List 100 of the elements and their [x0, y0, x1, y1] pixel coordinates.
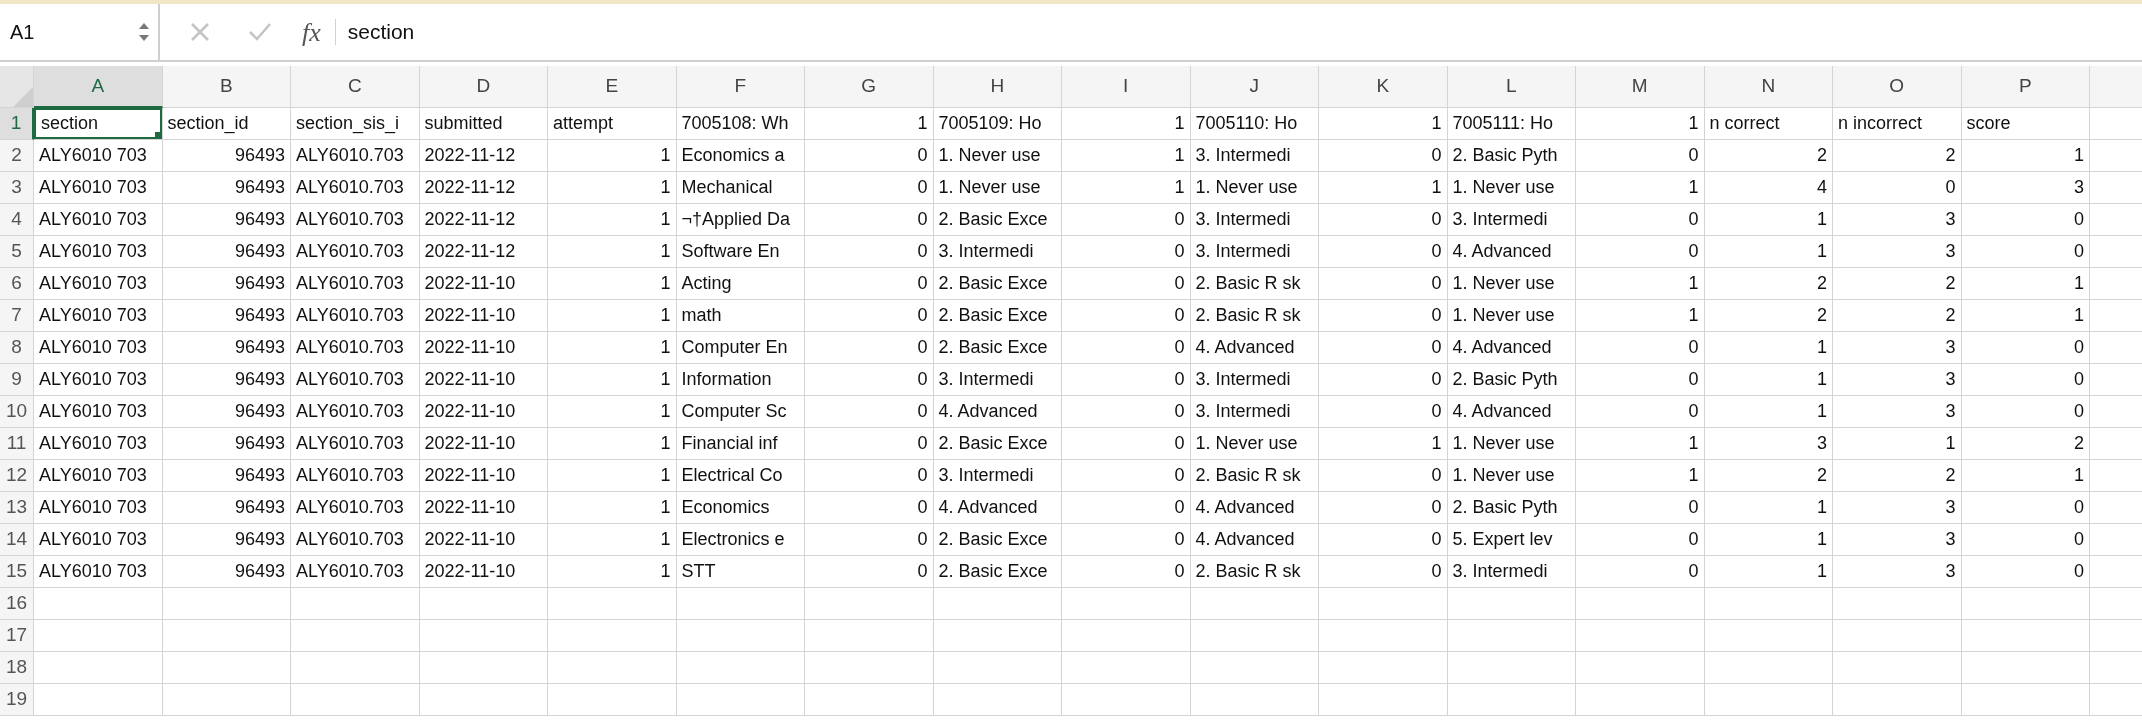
table-cell-text: 2022-11-12	[423, 240, 517, 263]
table-cell-text: 1	[659, 528, 672, 551]
table-cell-text: ALY6010 703	[38, 368, 148, 391]
table-cell-text: ALY6010 703	[38, 336, 148, 359]
row-header[interactable]: 19	[0, 684, 34, 716]
table-cell-text: 96493	[233, 240, 286, 263]
column-header[interactable]: A	[34, 66, 163, 108]
table-cell-text: 1	[1173, 176, 1186, 199]
table-cell: section	[34, 108, 162, 139]
row-header[interactable]: 11	[0, 428, 34, 460]
column-header[interactable]: O	[1833, 66, 1962, 108]
table-cell-text: 1. Never use	[1451, 176, 1556, 199]
table-cell-text: ALY6010 703	[38, 560, 148, 583]
table-cell-text: 1	[659, 240, 672, 263]
column-header[interactable]: M	[1576, 66, 1705, 108]
table-cell-text: 2022-11-10	[423, 368, 517, 391]
table-cell-text: submitted	[423, 112, 504, 135]
column-header[interactable]: I	[1062, 66, 1191, 108]
column-header[interactable]: B	[162, 66, 291, 108]
table-cell-text: 0	[1173, 336, 1186, 359]
table-cell-text: 5. Expert lev	[1451, 528, 1554, 551]
table-cell-text: 1	[1687, 272, 1700, 295]
table-cell-text: ALY6010.703	[295, 464, 405, 487]
column-header[interactable]: P	[1961, 66, 2090, 108]
row-header[interactable]: 17	[0, 620, 34, 652]
row-header[interactable]: 15	[0, 556, 34, 588]
table-cell-text: 2. Basic R sk	[1194, 272, 1302, 295]
table-cell-text: 0	[916, 176, 929, 199]
column-header[interactable]: C	[291, 66, 420, 108]
column-header[interactable]: N	[1704, 66, 1833, 108]
table-cell-text: 0	[2073, 560, 2085, 583]
table-cell-text: 2	[1816, 144, 1828, 167]
table-cell-text: 0	[916, 144, 929, 167]
row-header[interactable]: 4	[0, 204, 34, 236]
row-header[interactable]: 14	[0, 524, 34, 556]
table-cell-text: 2022-11-12	[423, 176, 517, 199]
column-header[interactable]: G	[805, 66, 934, 108]
table-cell-text: 3	[1944, 400, 1957, 423]
column-header[interactable]: F	[676, 66, 805, 108]
table-cell-text: 2	[1944, 464, 1957, 487]
row-header[interactable]: 16	[0, 588, 34, 620]
table-cell-text: 3	[2073, 176, 2085, 199]
fill-handle[interactable]	[154, 132, 162, 139]
table-cell-text: 0	[1173, 368, 1186, 391]
table-cell-text: 1. Never use	[1451, 272, 1556, 295]
table-cell-text: 1	[659, 464, 672, 487]
table-cell-text: 2. Basic Exce	[937, 208, 1049, 231]
select-all-corner[interactable]	[0, 66, 34, 108]
row-header[interactable]: 3	[0, 172, 34, 204]
name-box[interactable]: A1	[0, 4, 160, 60]
row-header[interactable]: 8	[0, 332, 34, 364]
table-cell-text: 96493	[233, 432, 286, 455]
column-header[interactable]: L	[1447, 66, 1576, 108]
row-header[interactable]: 2	[0, 140, 34, 172]
row-header[interactable]: 12	[0, 460, 34, 492]
table-cell-text: 2022-11-10	[423, 464, 517, 487]
table-cell-text: 1	[1816, 400, 1828, 423]
table-cell-text: 2022-11-10	[423, 272, 517, 295]
table-cell-text: 1. Never use	[1451, 432, 1556, 455]
function-button[interactable]: fx	[302, 12, 321, 52]
row-header[interactable]: 18	[0, 652, 34, 684]
table-cell-text: 0	[916, 240, 929, 263]
table-cell-text: Acting	[680, 272, 733, 295]
table-cell-text: 1	[1173, 144, 1186, 167]
column-header[interactable]: D	[419, 66, 548, 108]
table-cell-text: 1	[916, 112, 929, 135]
table-cell-text: 1	[1687, 112, 1700, 135]
table-cell-text: Information	[680, 368, 773, 391]
stepper-icon[interactable]	[138, 21, 150, 43]
column-header[interactable]: E	[548, 66, 677, 108]
row-header[interactable]: 9	[0, 364, 34, 396]
table-cell-text: 2. Basic Exce	[937, 304, 1049, 327]
table-cell-text: 1	[1687, 304, 1700, 327]
table-cell-text: 2022-11-10	[423, 400, 517, 423]
row-header[interactable]: 5	[0, 236, 34, 268]
column-header[interactable]: J	[1190, 66, 1319, 108]
table-cell-text: Computer En	[680, 336, 789, 359]
table-cell-text: 2	[1816, 464, 1828, 487]
cancel-icon[interactable]	[190, 22, 210, 42]
column-header[interactable]: H	[933, 66, 1062, 108]
column-header[interactable]: K	[1319, 66, 1448, 108]
table-cell-text: 7005111: Ho	[1451, 112, 1554, 135]
table-cell-text: 0	[916, 336, 929, 359]
row-header[interactable]: 13	[0, 492, 34, 524]
table-cell-text: 0	[1687, 528, 1700, 551]
formula-field[interactable]: section	[347, 16, 415, 48]
table-cell-text: ALY6010.703	[295, 336, 405, 359]
row-header[interactable]: 6	[0, 268, 34, 300]
check-icon[interactable]	[248, 22, 272, 42]
table-cell-text: ALY6010 703	[38, 528, 148, 551]
table-cell-text: 3. Intermedi	[937, 240, 1035, 263]
row-header[interactable]: 7	[0, 300, 34, 332]
table-cell-text: math	[680, 304, 723, 327]
row-header[interactable]: 10	[0, 396, 34, 428]
table-cell-text: 1. Never use	[1194, 176, 1299, 199]
table-cell-text: 96493	[233, 400, 286, 423]
table-cell-text: ALY6010 703	[38, 176, 148, 199]
table-cell-text: 0	[1173, 400, 1186, 423]
row-header[interactable]: 1	[0, 108, 34, 140]
table-cell-text: 1	[659, 272, 672, 295]
